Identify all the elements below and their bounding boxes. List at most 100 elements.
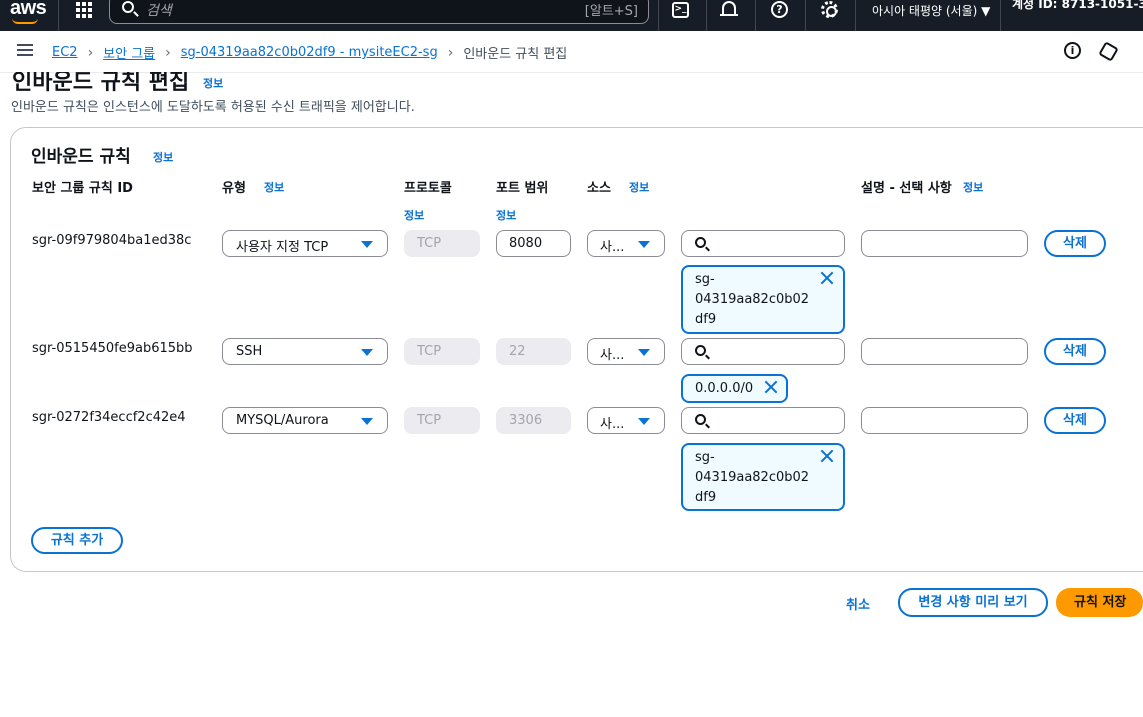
type-select-value: SSH xyxy=(236,344,263,359)
remove-token-close-icon[interactable] xyxy=(820,271,834,285)
nav-divider xyxy=(658,0,659,31)
source-token: sg- 04319aa82c0b02 df9 xyxy=(681,265,845,334)
source-search-input[interactable] xyxy=(681,407,845,434)
source-search-input[interactable] xyxy=(681,230,845,257)
caret-down-icon xyxy=(638,349,650,356)
source-search-input[interactable] xyxy=(681,338,845,365)
source-select[interactable]: 사... xyxy=(587,230,665,257)
remove-token-close-icon[interactable] xyxy=(820,449,834,463)
search-icon xyxy=(695,237,706,248)
nav-divider xyxy=(855,0,856,31)
services-grid-icon[interactable] xyxy=(76,2,92,18)
search-icon xyxy=(695,345,706,356)
nav-divider xyxy=(755,0,756,31)
col-type-info-link[interactable]: 정보 xyxy=(264,179,284,195)
aws-logo-smile xyxy=(12,18,38,24)
save-rules-button[interactable]: 규칙 저장 xyxy=(1056,588,1143,617)
search-icon xyxy=(122,1,134,13)
delete-rule-button[interactable]: 삭제 xyxy=(1044,338,1106,365)
nav-divider xyxy=(805,0,806,31)
info-panel-icon[interactable]: i xyxy=(1064,42,1081,59)
source-select[interactable]: 사... xyxy=(587,407,665,434)
col-type: 유형 xyxy=(222,181,246,196)
caret-down-icon xyxy=(361,241,373,248)
port-range-field: 22 xyxy=(496,338,571,365)
notifications-bell-icon[interactable] xyxy=(720,1,738,16)
add-rule-button[interactable]: 규칙 추가 xyxy=(31,527,123,554)
page-info-link[interactable]: 정보 xyxy=(203,75,223,91)
chevron-right-icon: › xyxy=(165,44,171,61)
col-protocol-info-link[interactable]: 정보 xyxy=(404,207,424,223)
description-input[interactable] xyxy=(861,407,1028,434)
col-protocol: 프로토콜 xyxy=(404,181,452,196)
chevron-right-icon: › xyxy=(447,44,454,61)
breadcrumb-ec2[interactable]: EC2 xyxy=(52,45,78,60)
protocol-field: TCP xyxy=(404,407,480,434)
breadcrumb: EC2 › 보안 그룹 › sg-04319aa82c0b02df9 - mys… xyxy=(52,43,568,63)
token-label: 04319aa82c0b02 xyxy=(695,292,810,307)
cancel-button[interactable]: 취소 xyxy=(846,594,870,613)
type-select-value: MYSQL/Aurora xyxy=(236,413,329,428)
type-select[interactable]: MYSQL/Aurora xyxy=(222,407,388,434)
protocol-field: TCP xyxy=(404,230,480,257)
notifications-hex-icon[interactable] xyxy=(1098,41,1119,62)
type-select[interactable]: SSH xyxy=(222,338,388,365)
source-token: 0.0.0.0/0 xyxy=(681,374,788,403)
container-title: 인바운드 규칙 xyxy=(31,147,131,167)
token-label: df9 xyxy=(695,312,717,327)
menu-hamburger-icon[interactable] xyxy=(17,44,33,56)
rule-id: sgr-0515450fe9ab615bb xyxy=(32,341,193,356)
search-shortcut: [알트+S] xyxy=(584,4,638,19)
aws-logo[interactable]: aws xyxy=(10,0,47,20)
breadcrumb-current: 인바운드 규칙 편집 xyxy=(463,47,568,62)
col-port-info-link[interactable]: 정보 xyxy=(496,207,516,223)
description-input[interactable] xyxy=(861,230,1028,257)
delete-rule-button[interactable]: 삭제 xyxy=(1044,230,1106,257)
col-source-info-link[interactable]: 정보 xyxy=(629,179,649,195)
port-range-field: 3306 xyxy=(496,407,571,434)
col-description-info-link[interactable]: 정보 xyxy=(963,179,983,195)
nav-divider xyxy=(58,0,59,31)
type-select-value: 사용자 지정 TCP xyxy=(236,240,329,255)
protocol-field: TCP xyxy=(404,338,480,365)
type-select[interactable]: 사용자 지정 TCP xyxy=(222,230,388,257)
col-description: 설명 - 선택 사항 xyxy=(861,181,952,196)
source-token: sg- 04319aa82c0b02 df9 xyxy=(681,443,845,511)
remove-token-close-icon[interactable] xyxy=(764,380,778,394)
settings-gear-icon[interactable] xyxy=(821,1,838,18)
search-icon xyxy=(695,414,706,425)
source-select-value: 사... xyxy=(600,348,625,363)
page-description: 인바운드 규칙은 인스턴스에 도달하도록 허용된 수신 트래픽을 제어합니다. xyxy=(11,100,415,115)
breadcrumb-security-group[interactable]: sg-04319aa82c0b02df9 - mysiteEC2-sg xyxy=(181,45,438,60)
chevron-right-icon: › xyxy=(87,44,94,61)
account-menu[interactable]: 계정 ID: 8713-1051-37 xyxy=(1012,0,1143,12)
caret-down-icon xyxy=(361,418,373,425)
top-navigation: aws 검색 [알트+S] >_ ? 아시아 태평양 (서울) ▼ 계정 ID:… xyxy=(0,0,1143,31)
caret-down-icon xyxy=(638,418,650,425)
token-label: df9 xyxy=(695,490,717,505)
breadcrumb-security-groups[interactable]: 보안 그룹 xyxy=(103,43,155,62)
description-input[interactable] xyxy=(861,338,1028,365)
search-placeholder: 검색 xyxy=(146,3,172,19)
col-rule-id: 보안 그룹 규칙 ID xyxy=(32,181,133,196)
help-icon[interactable]: ? xyxy=(771,1,788,18)
rule-id: sgr-09f979804ba1ed38c xyxy=(32,233,192,248)
caret-down-icon xyxy=(638,241,650,248)
delete-rule-button[interactable]: 삭제 xyxy=(1044,407,1106,434)
source-select-value: 사... xyxy=(600,417,625,432)
nav-divider xyxy=(1000,0,1001,31)
cloudshell-icon[interactable]: >_ xyxy=(672,2,689,18)
source-select[interactable]: 사... xyxy=(587,338,665,365)
col-port-range: 포트 범위 xyxy=(496,181,549,196)
port-range-input[interactable]: 8080 xyxy=(496,230,571,257)
rule-id: sgr-0272f34eccf2c42e4 xyxy=(32,410,186,425)
breadcrumb-bar: EC2 › 보안 그룹 › sg-04319aa82c0b02df9 - mys… xyxy=(0,31,1143,73)
col-source: 소스 xyxy=(587,181,611,196)
source-select-value: 사... xyxy=(600,240,625,255)
caret-down-icon xyxy=(361,349,373,356)
container-info-link[interactable]: 정보 xyxy=(153,149,173,165)
region-selector[interactable]: 아시아 태평양 (서울) ▼ xyxy=(872,2,990,19)
global-search-input[interactable]: 검색 [알트+S] xyxy=(109,0,649,24)
preview-changes-button[interactable]: 변경 사항 미리 보기 xyxy=(898,588,1048,617)
nav-divider xyxy=(706,0,707,31)
